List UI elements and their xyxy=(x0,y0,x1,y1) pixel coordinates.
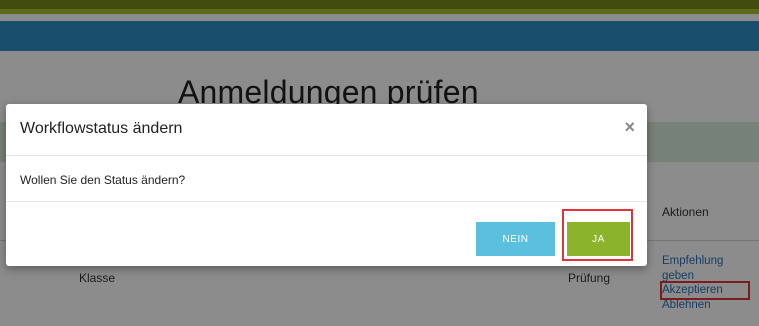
page: Anmeldungen prüfen Aktionen Klasse Prüfu… xyxy=(0,0,759,326)
workflow-status-dialog: Workflowstatus ändern × Wollen Sie den S… xyxy=(6,104,647,266)
modal-header: Workflowstatus ändern × xyxy=(6,104,647,156)
no-button[interactable]: NEIN xyxy=(476,222,555,256)
close-icon[interactable]: × xyxy=(624,118,635,136)
modal-footer: NEIN JA xyxy=(6,202,647,266)
yes-button[interactable]: JA xyxy=(567,222,630,256)
modal-question: Wollen Sie den Status ändern? xyxy=(20,173,186,187)
modal-body: Wollen Sie den Status ändern? xyxy=(6,156,647,202)
modal-title: Workflowstatus ändern xyxy=(20,120,183,137)
